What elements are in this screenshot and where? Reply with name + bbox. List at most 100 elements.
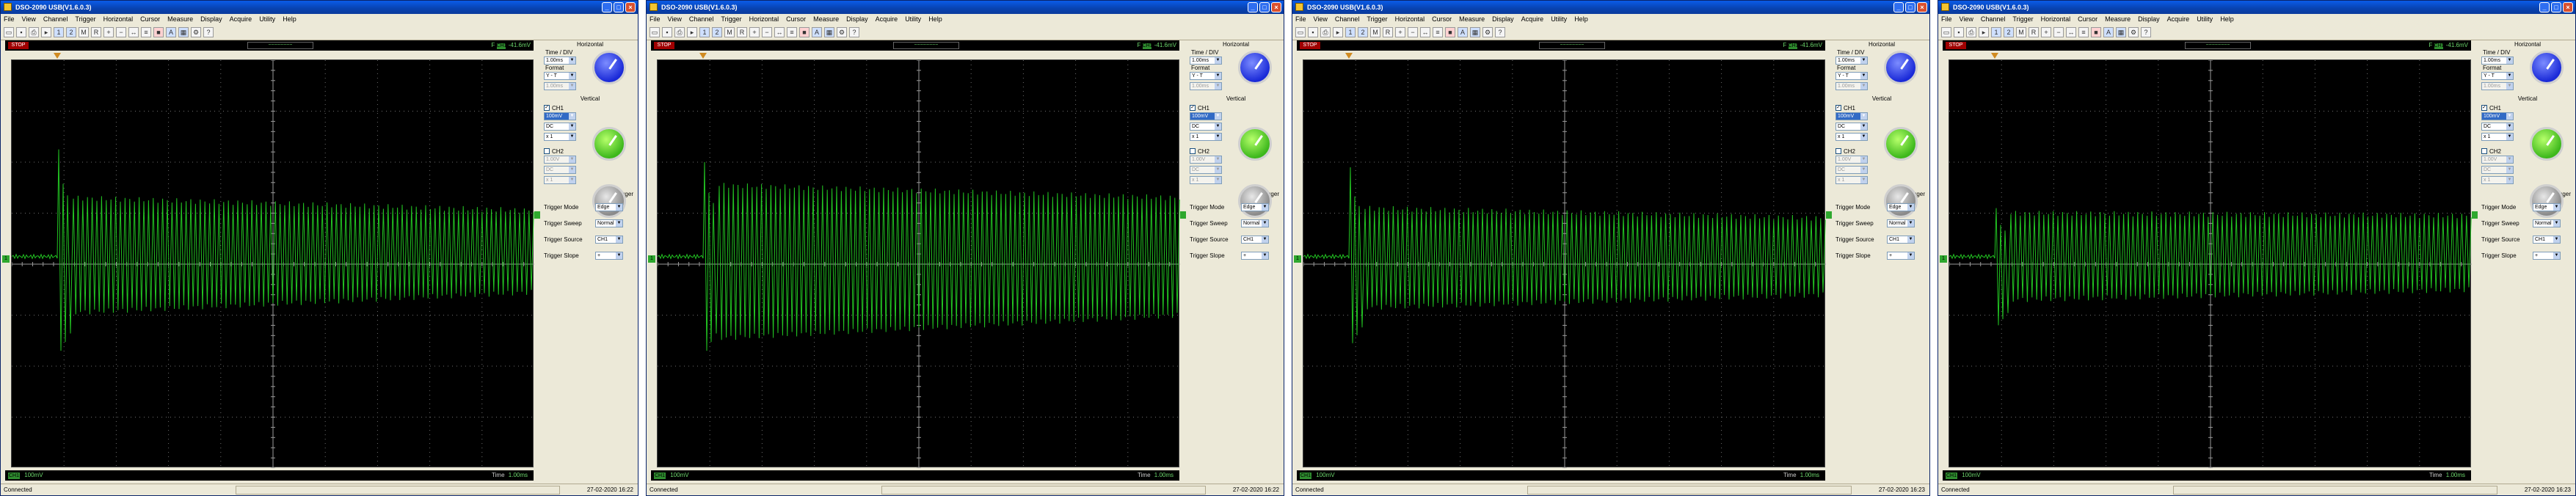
- menu-acquire[interactable]: Acquire: [1521, 14, 1544, 25]
- scope-display[interactable]: [1949, 59, 2472, 468]
- trigger-level-marker[interactable]: [1826, 211, 1832, 219]
- minimize-button[interactable]: _: [1248, 2, 1258, 12]
- math-icon[interactable]: M: [2016, 27, 2026, 37]
- horizontal-knob[interactable]: [1884, 51, 1918, 84]
- measure-icon[interactable]: ≡: [2078, 27, 2089, 37]
- zoom-out-icon[interactable]: −: [116, 27, 126, 37]
- stop-icon[interactable]: ■: [2091, 27, 2101, 37]
- zoom-in-icon[interactable]: +: [2041, 27, 2051, 37]
- ch1-checkbox[interactable]: ✓ CH1: [1190, 103, 1282, 112]
- close-button[interactable]: ×: [1917, 2, 1927, 12]
- maximize-button[interactable]: □: [1905, 2, 1915, 12]
- menu-trigger[interactable]: Trigger: [1367, 14, 1387, 25]
- save-icon[interactable]: ▪: [1308, 27, 1318, 37]
- print-icon[interactable]: ⎙: [674, 27, 685, 37]
- stop-icon[interactable]: ■: [153, 27, 164, 37]
- maximize-button[interactable]: □: [614, 2, 624, 12]
- menu-display[interactable]: Display: [1492, 14, 1514, 25]
- stop-icon[interactable]: ■: [1445, 27, 1455, 37]
- menu-horizontal[interactable]: Horizontal: [1395, 14, 1425, 25]
- horizontal-knob[interactable]: [1238, 51, 1272, 84]
- horizontal-knob[interactable]: [592, 51, 626, 84]
- ch2-icon[interactable]: 2: [712, 27, 722, 37]
- settings-icon[interactable]: ⚙: [1482, 27, 1493, 37]
- trigger-level-marker[interactable]: [534, 211, 540, 219]
- autoset-icon[interactable]: A: [166, 27, 176, 37]
- trigger-source-select[interactable]: CH1 ▼: [2533, 235, 2561, 244]
- trigger-level-marker[interactable]: [2472, 211, 2478, 219]
- ch1-volt-div-select[interactable]: 100mV ▼: [1190, 112, 1222, 120]
- ch1-ground-marker[interactable]: 1: [648, 255, 655, 263]
- print-icon[interactable]: ⎙: [29, 27, 39, 37]
- ch1-checkbox[interactable]: ✓ CH1: [544, 103, 636, 112]
- help-icon[interactable]: ?: [2141, 27, 2151, 37]
- menu-channel[interactable]: Channel: [1335, 14, 1360, 25]
- cursor-icon[interactable]: ↔: [128, 27, 139, 37]
- menu-acquire[interactable]: Acquire: [876, 14, 898, 25]
- trigger-slope-select[interactable]: + ▼: [2533, 251, 2561, 260]
- run-icon[interactable]: ▸: [1333, 27, 1343, 37]
- menu-utility[interactable]: Utility: [1551, 14, 1567, 25]
- ch1-knob[interactable]: [2530, 127, 2564, 161]
- display-icon[interactable]: ▦: [178, 27, 189, 37]
- maximize-button[interactable]: □: [2551, 2, 2561, 12]
- trigger-position-marker[interactable]: [699, 53, 707, 59]
- menu-utility[interactable]: Utility: [259, 14, 275, 25]
- ch1-ground-marker[interactable]: 1: [2, 255, 10, 263]
- save-icon[interactable]: ▪: [662, 27, 672, 37]
- open-icon[interactable]: ▭: [1295, 27, 1306, 37]
- minimize-button[interactable]: _: [602, 2, 612, 12]
- ch1-coupling-select[interactable]: DC ▼: [1190, 123, 1222, 131]
- menu-channel[interactable]: Channel: [43, 14, 68, 25]
- open-icon[interactable]: ▭: [1941, 27, 1951, 37]
- format-select[interactable]: Y - T ▼: [544, 72, 576, 80]
- menu-utility[interactable]: Utility: [2197, 14, 2213, 25]
- measure-icon[interactable]: ≡: [1433, 27, 1443, 37]
- trigger-level-marker[interactable]: [1180, 211, 1186, 219]
- ch1-knob[interactable]: [1884, 127, 1918, 161]
- trigger-slope-select[interactable]: + ▼: [1887, 251, 1915, 260]
- close-button[interactable]: ×: [2563, 2, 2573, 12]
- ref-icon[interactable]: R: [737, 27, 747, 37]
- ch1-icon[interactable]: 1: [699, 27, 710, 37]
- menu-file[interactable]: File: [650, 14, 661, 25]
- time-div-select[interactable]: 1.00ms ▼: [1835, 56, 1868, 65]
- run-icon[interactable]: ▸: [1979, 27, 1989, 37]
- ch1-ground-marker[interactable]: 1: [1940, 255, 1947, 263]
- menu-utility[interactable]: Utility: [905, 14, 921, 25]
- trigger-source-select[interactable]: CH1 ▼: [595, 235, 623, 244]
- trigger-mode-select[interactable]: Edge ▼: [2533, 203, 2561, 211]
- ch2-icon[interactable]: 2: [1358, 27, 1368, 37]
- menu-display[interactable]: Display: [2138, 14, 2160, 25]
- trigger-sweep-select[interactable]: Normal ▼: [2533, 219, 2561, 227]
- trigger-source-select[interactable]: CH1 ▼: [1241, 235, 1269, 244]
- trigger-sweep-select[interactable]: Normal ▼: [595, 219, 623, 227]
- trigger-slope-select[interactable]: + ▼: [595, 251, 623, 260]
- menu-channel[interactable]: Channel: [1981, 14, 2006, 25]
- menu-cursor[interactable]: Cursor: [2078, 14, 2097, 25]
- trigger-slope-select[interactable]: + ▼: [1241, 251, 1269, 260]
- ch1-checkbox[interactable]: ✓ CH1: [2481, 103, 2574, 112]
- zoom-out-icon[interactable]: −: [2053, 27, 2064, 37]
- menu-trigger[interactable]: Trigger: [75, 14, 95, 25]
- scope-display[interactable]: [657, 59, 1180, 468]
- menu-cursor[interactable]: Cursor: [786, 14, 806, 25]
- ch1-probe-select[interactable]: x 1 ▼: [2481, 133, 2514, 141]
- format-select[interactable]: Y - T ▼: [2481, 72, 2514, 80]
- run-state-indicator[interactable]: STOP: [654, 42, 674, 49]
- ch1-coupling-select[interactable]: DC ▼: [544, 123, 576, 131]
- ch1-ground-marker[interactable]: 1: [1294, 255, 1301, 263]
- ch1-knob[interactable]: [592, 127, 626, 161]
- settings-icon[interactable]: ⚙: [191, 27, 201, 37]
- ch1-coupling-select[interactable]: DC ▼: [1835, 123, 1868, 131]
- zoom-out-icon[interactable]: −: [1408, 27, 1418, 37]
- ch1-volt-div-select[interactable]: 100mV ▼: [2481, 112, 2514, 120]
- math-icon[interactable]: M: [724, 27, 735, 37]
- menu-horizontal[interactable]: Horizontal: [103, 14, 134, 25]
- minimize-button[interactable]: _: [2539, 2, 2550, 12]
- trigger-position-marker[interactable]: [1991, 53, 1998, 59]
- ch1-probe-select[interactable]: x 1 ▼: [544, 133, 576, 141]
- run-state-indicator[interactable]: STOP: [8, 42, 29, 49]
- display-icon[interactable]: ▦: [824, 27, 834, 37]
- run-icon[interactable]: ▸: [687, 27, 697, 37]
